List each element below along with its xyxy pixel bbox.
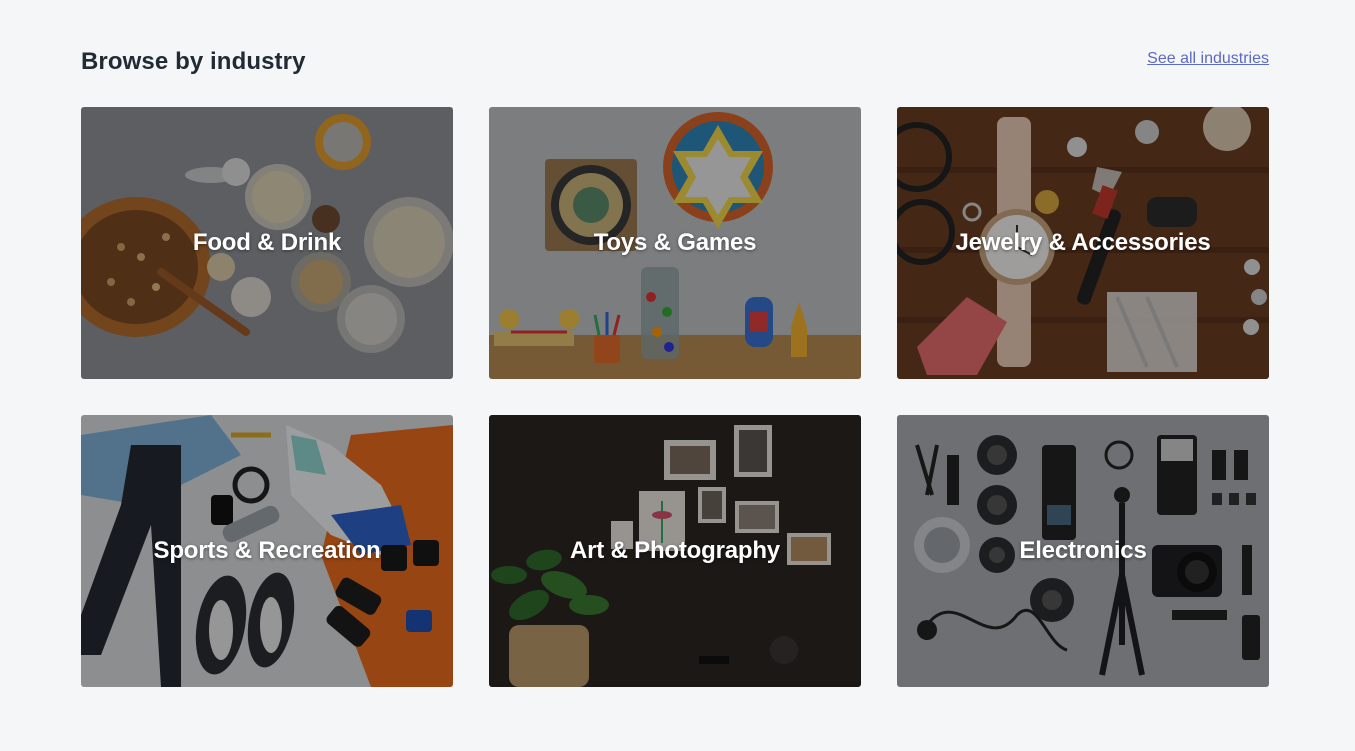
industry-card-sports-recreation[interactable]: Sports & Recreation bbox=[81, 415, 453, 687]
browse-by-industry-section: Browse by industry See all industries Fo… bbox=[0, 0, 1355, 751]
see-all-industries-link[interactable]: See all industries bbox=[1147, 50, 1269, 68]
section-header: Browse by industry See all industries bbox=[81, 44, 1269, 84]
industry-card-electronics[interactable]: Electronics bbox=[897, 415, 1269, 687]
industry-card-label: Art & Photography bbox=[570, 537, 780, 564]
industry-card-label: Sports & Recreation bbox=[153, 537, 381, 564]
industry-card-art-photography[interactable]: Art & Photography bbox=[489, 415, 861, 687]
industry-card-label: Electronics bbox=[1019, 537, 1147, 564]
industry-card-label: Jewelry & Accessories bbox=[955, 229, 1211, 256]
section-title: Browse by industry bbox=[81, 48, 306, 75]
industry-card-label: Food & Drink bbox=[192, 229, 342, 256]
industry-card-food-drink[interactable]: Food & Drink bbox=[81, 107, 453, 379]
industry-card-toys-games[interactable]: Toys & Games bbox=[489, 107, 861, 379]
industry-card-jewelry-accessories[interactable]: Jewelry & Accessories bbox=[897, 107, 1269, 379]
industry-card-label: Toys & Games bbox=[593, 229, 757, 256]
industry-grid: Food & Drink Toys & Games Jewelry & Acce… bbox=[81, 107, 1269, 687]
